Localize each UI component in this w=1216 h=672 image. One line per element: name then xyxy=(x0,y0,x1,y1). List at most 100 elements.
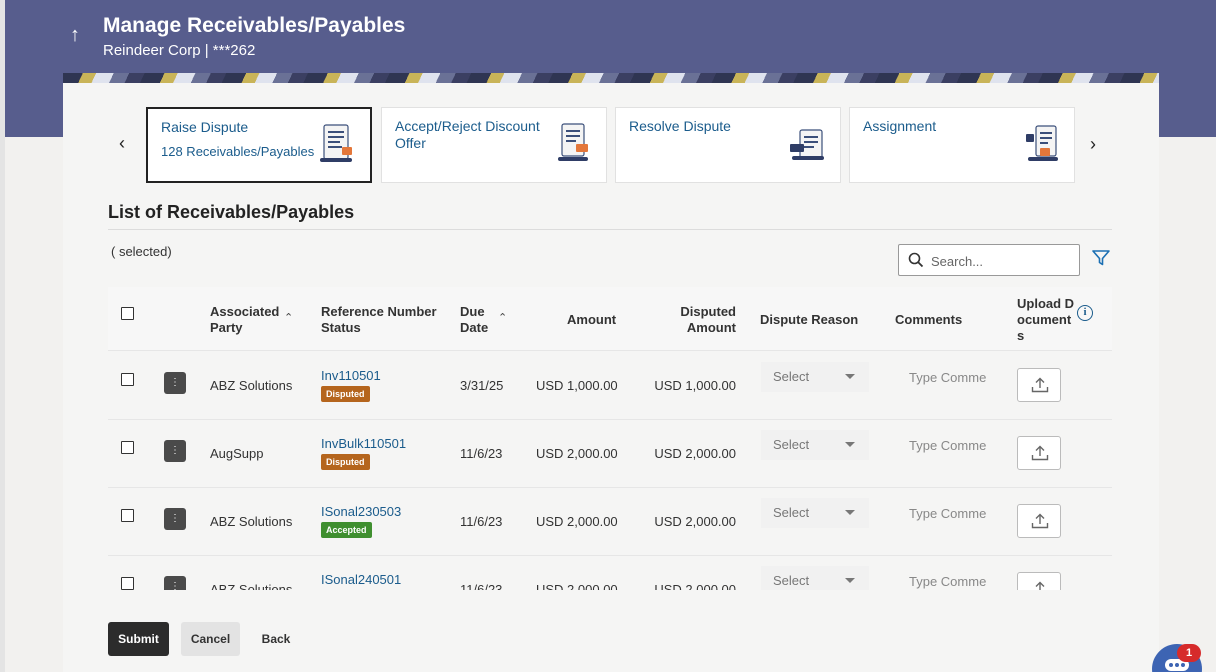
reference-link[interactable]: ISonal230503 xyxy=(321,504,401,519)
row-checkbox[interactable] xyxy=(121,373,134,386)
comment-field[interactable] xyxy=(898,566,990,590)
select-value: Select xyxy=(773,505,810,520)
associated-party: ABZ Solutions xyxy=(210,378,293,393)
cancel-button[interactable]: Cancel xyxy=(181,622,240,656)
upload-icon xyxy=(1035,581,1045,590)
tile-title: Assignment xyxy=(863,118,937,134)
document-icon xyxy=(558,123,588,161)
sort-icon[interactable]: ⌃ xyxy=(284,311,293,324)
info-icon[interactable]: i xyxy=(1077,305,1093,321)
tile-title: Accept/Reject Discount Offer xyxy=(395,118,540,151)
carousel-next-icon[interactable]: › xyxy=(1090,134,1096,155)
page-subtitle: Reindeer Corp | ***262 xyxy=(103,42,256,59)
col-reference-status: Reference Number Status xyxy=(321,304,437,335)
status-badge: Accepted xyxy=(321,522,372,538)
status-badge: Disputed xyxy=(321,386,370,402)
tile-title: Raise Dispute xyxy=(161,119,249,135)
due-date: 3/31/25 xyxy=(460,378,504,393)
select-value: Select xyxy=(773,573,810,588)
upload-button[interactable] xyxy=(1017,436,1061,470)
comment-field[interactable] xyxy=(898,498,990,528)
expand-row-button[interactable]: ⋮ xyxy=(164,576,186,590)
selected-count: ( selected) xyxy=(111,244,172,259)
amount: USD 2,000.00 xyxy=(536,446,618,461)
amount: USD 2,000.00 xyxy=(536,582,618,590)
dispute-reason-select[interactable]: Select xyxy=(761,362,869,392)
table-row: ⋮ ABZ Solutions ISonal240501 11/6/23 USD… xyxy=(108,556,1112,590)
col-disputed-amount: Disputed Amount xyxy=(680,304,736,335)
amount: USD 1,000.00 xyxy=(536,378,618,393)
expand-row-button[interactable]: ⋮ xyxy=(164,440,186,462)
document-icon xyxy=(320,124,352,162)
document-stack-icon xyxy=(790,129,824,160)
col-upload-documents: Upload Documents xyxy=(1017,296,1075,343)
col-amount: Amount xyxy=(567,312,617,327)
tile-accept-reject-discount[interactable]: Accept/Reject Discount Offer xyxy=(381,107,607,183)
row-checkbox[interactable] xyxy=(121,441,134,454)
comment-field[interactable] xyxy=(898,362,990,392)
expand-row-button[interactable]: ⋮ xyxy=(164,372,186,394)
chevron-down-icon xyxy=(845,510,855,515)
reference-link[interactable]: InvBulk110501 xyxy=(321,436,406,451)
carousel-prev-icon[interactable]: ‹ xyxy=(119,133,125,154)
upload-icon xyxy=(1031,445,1049,461)
back-button[interactable]: Back xyxy=(251,622,301,656)
section-title: List of Receivables/Payables xyxy=(108,202,355,222)
due-date: 11/6/23 xyxy=(460,446,503,461)
table-row: ⋮ ABZ Solutions Inv110501 Disputed 3/31/… xyxy=(108,352,1112,420)
comment-field[interactable] xyxy=(898,430,990,460)
filter-icon[interactable] xyxy=(1091,249,1111,267)
amount: USD 2,000.00 xyxy=(536,514,618,529)
upload-button[interactable] xyxy=(1017,368,1061,402)
search-box[interactable] xyxy=(898,244,1080,276)
table-body: ⋮ ABZ Solutions Inv110501 Disputed 3/31/… xyxy=(108,352,1112,590)
upload-icon xyxy=(1031,377,1049,393)
tile-assignment[interactable]: Assignment xyxy=(849,107,1075,183)
select-all-checkbox[interactable] xyxy=(121,307,134,320)
divider xyxy=(108,229,1112,230)
due-date: 11/6/23 xyxy=(460,582,503,590)
select-value: Select xyxy=(773,369,810,384)
col-comments: Comments xyxy=(895,312,963,327)
reference-link[interactable]: ISonal240501 xyxy=(321,572,401,587)
notification-badge: 1 xyxy=(1177,644,1201,662)
upload-button[interactable] xyxy=(1017,572,1061,590)
dispute-reason-select[interactable]: Select xyxy=(761,498,869,528)
table-row: ⋮ ABZ Solutions ISonal230503 Accepted 11… xyxy=(108,488,1112,556)
search-icon xyxy=(908,252,924,268)
dispute-reason-select[interactable]: Select xyxy=(761,430,869,460)
submit-button[interactable]: Submit xyxy=(108,622,169,656)
upload-button[interactable] xyxy=(1017,504,1061,538)
reference-link[interactable]: Inv110501 xyxy=(321,368,381,383)
upload-icon xyxy=(1031,513,1049,529)
select-value: Select xyxy=(773,437,810,452)
page-title: Manage Receivables/Payables xyxy=(103,14,406,37)
table-row: ⋮ AugSupp InvBulk110501 Disputed 11/6/23… xyxy=(108,420,1112,488)
chevron-down-icon xyxy=(845,578,855,583)
chevron-down-icon xyxy=(845,374,855,379)
row-checkbox[interactable] xyxy=(121,509,134,522)
row-checkbox[interactable] xyxy=(121,577,134,590)
col-dispute-reason: Dispute Reason xyxy=(760,312,859,327)
col-due-date: Due Date xyxy=(460,304,489,335)
dispute-reason-select[interactable]: Select xyxy=(761,566,869,590)
back-arrow-icon[interactable]: ↑ xyxy=(70,24,80,47)
chevron-down-icon xyxy=(845,442,855,447)
decorative-banner xyxy=(63,73,1159,83)
disputed-amount: USD 2,000.00 xyxy=(654,446,736,461)
search-input[interactable] xyxy=(931,251,1071,271)
status-badge: Disputed xyxy=(321,454,370,470)
due-date: 11/6/23 xyxy=(460,514,503,529)
disputed-amount: USD 2,000.00 xyxy=(654,514,736,529)
tile-title: Resolve Dispute xyxy=(629,118,731,134)
disputed-amount: USD 2,000.00 xyxy=(654,582,736,590)
sort-icon[interactable]: ⌃ xyxy=(498,311,507,324)
tile-resolve-dispute[interactable]: Resolve Dispute xyxy=(615,107,841,183)
expand-row-button[interactable]: ⋮ xyxy=(164,508,186,530)
disputed-amount: USD 1,000.00 xyxy=(654,378,736,393)
tile-raise-dispute[interactable]: Raise Dispute 128 Receivables/Payables xyxy=(146,107,372,183)
associated-party: AugSupp xyxy=(210,446,264,461)
table-header: Associated Party ⌃ Reference Number Stat… xyxy=(108,287,1112,351)
associated-party: ABZ Solutions xyxy=(210,514,293,529)
assignment-icon xyxy=(1026,125,1058,161)
